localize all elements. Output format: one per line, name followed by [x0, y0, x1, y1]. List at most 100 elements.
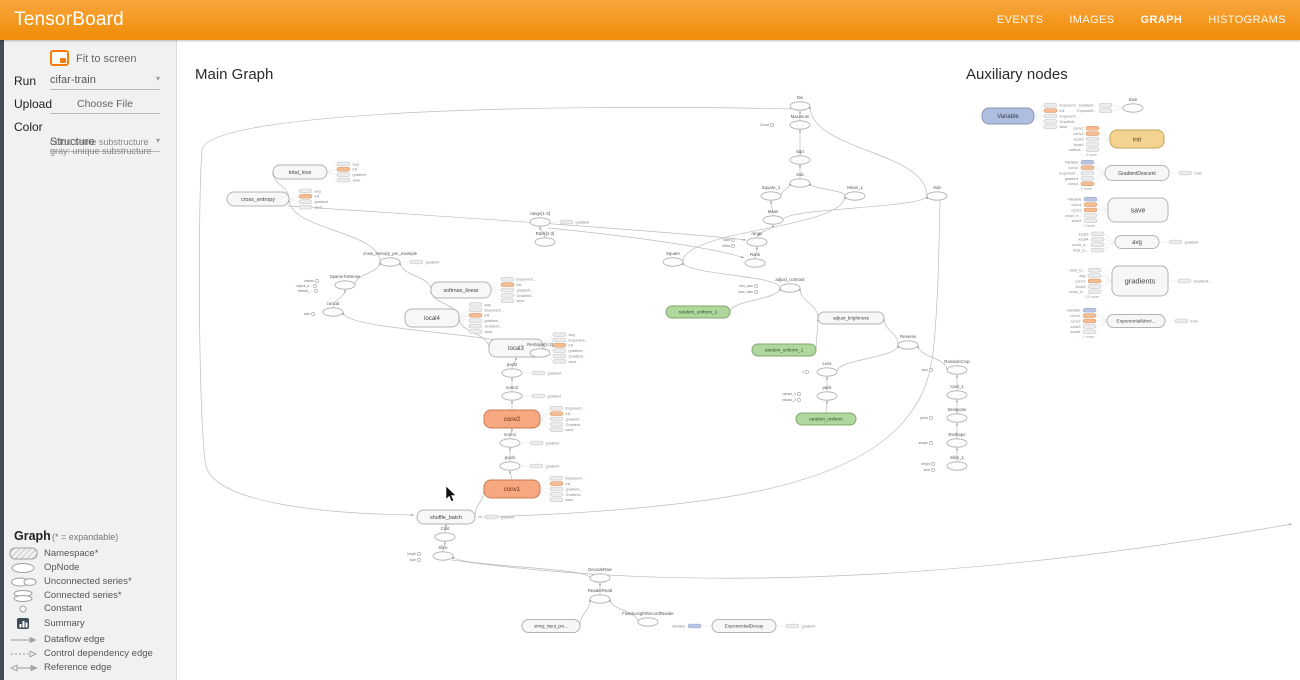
graph-node-subr[interactable]: Sub — [927, 185, 947, 200]
graph-node-std[interactable]: SparseToDensevaluesoutput_s...default_..… — [296, 274, 361, 293]
graph-node-cepe[interactable]: cross_entropy_per_examplegradient — [363, 251, 440, 266]
graph-node-div[interactable]: Div — [790, 95, 810, 110]
graph-node-conv2[interactable]: conv2Exponent...initgradient...Gradient.… — [484, 406, 585, 432]
run-select[interactable]: cifar-train ▾ — [50, 74, 160, 90]
graph-node-gradients_aux[interactable]: gradientsGradient...total_lo...avgconv1l… — [1069, 266, 1211, 299]
node-label: DecodeRaw — [588, 567, 612, 572]
graph-edge — [918, 345, 947, 370]
op-node-shape — [638, 618, 658, 626]
graph-node-pack[interactable]: packvalues_1values_2 — [782, 385, 837, 402]
stub-chip — [1086, 137, 1099, 141]
nav-tab-images[interactable]: IMAGES — [1069, 14, 1114, 26]
choose-file-button[interactable]: Choose File — [50, 98, 160, 114]
graph-node-reverse[interactable]: Reverse — [898, 334, 918, 349]
graph-node-adjust_brightness[interactable]: adjust_brightness — [818, 312, 884, 324]
nav-tab-events[interactable]: EVENTS — [997, 14, 1043, 26]
graph-node-mean[interactable]: Mean — [763, 209, 783, 224]
stub-chip — [469, 330, 482, 334]
graph-node-rank_t[interactable]: Rank — [745, 252, 765, 267]
graph-node-softmax_linear[interactable]: softmax_linearExponent...initgradient...… — [431, 277, 536, 303]
op-node-shape — [927, 192, 947, 200]
graph-node-reshape_r[interactable]: Reshapeshape — [918, 432, 967, 447]
node-label: random_uniform — [809, 417, 843, 422]
op-node-shape — [947, 366, 967, 374]
graph-node-local4[interactable]: local4avgExponent...initgradient...Gradi… — [405, 303, 504, 334]
stub-connector — [540, 484, 550, 489]
graph-node-norm1[interactable]: norm1gradient — [500, 432, 560, 447]
graph-node-transpose[interactable]: transposeperm — [920, 407, 967, 422]
stub-chip — [1081, 166, 1094, 170]
graph-node-sqrt[interactable]: Sqrt — [790, 149, 810, 164]
graph-node-cast1[interactable]: Cast_1 — [947, 384, 967, 399]
graph-edge — [837, 345, 898, 372]
graph-node-ru[interactable]: random_uniform — [796, 413, 856, 425]
stub-connector — [1096, 310, 1107, 321]
graph-node-cross_entropy[interactable]: cross_entropyavginitgradientsave — [227, 189, 329, 210]
const-label: Const — [760, 123, 769, 127]
graph-node-init_aux[interactable]: initconv1conv2local3local4softma...… 3 m… — [1069, 126, 1164, 157]
op-node-shape — [502, 392, 522, 400]
nav-tab-graph[interactable]: GRAPH — [1141, 14, 1183, 26]
fit-to-screen-button[interactable] — [50, 50, 69, 66]
op-node-shape — [947, 439, 967, 447]
graph-node-rank12[interactable]: Rank[1-2] — [535, 231, 555, 246]
graph-node-readerread[interactable]: ReaderRead — [588, 588, 613, 603]
stub-label: local3 — [1072, 219, 1082, 223]
graph-node-slice[interactable]: Slicebeginsize — [407, 545, 453, 562]
graph-node-norm2[interactable]: norm2gradient — [502, 385, 562, 400]
graph-node-train[interactable]: trainGradient...Exponent... — [1077, 97, 1143, 113]
graph-node-ru2[interactable]: random_uniform_2 — [666, 306, 730, 318]
graph-node-pool1[interactable]: pool1gradient — [500, 455, 560, 470]
graph-node-pool2[interactable]: pool2gradient — [502, 362, 562, 377]
graph-node-mean1[interactable]: Mean_1 — [845, 185, 865, 200]
graph-node-square[interactable]: Square — [663, 251, 683, 266]
graph-node-range13[interactable]: range[1-3]gradient — [530, 211, 590, 226]
graph-node-slice1[interactable]: Slice_1beginsize — [921, 455, 967, 472]
graph-node-ema[interactable]: ExponentialMovi...trainVariableconv1conv… — [1067, 308, 1198, 339]
stub-label: init — [566, 482, 572, 486]
stub-label: local3 — [1079, 232, 1089, 236]
nav-tab-histograms[interactable]: HISTOGRAMS — [1208, 14, 1286, 26]
graph-node-adjust_contrast[interactable]: adjust_contrastmin_valumax_valu — [738, 277, 805, 294]
stub-chip — [1044, 109, 1057, 113]
const-node-shape — [797, 392, 800, 395]
graph-node-concat[interactable]: concataxis — [304, 301, 343, 316]
node-label: save — [1131, 207, 1146, 214]
stub-chip — [337, 173, 350, 177]
graph-node-decoderaw[interactable]: DecodeRaw — [588, 567, 612, 582]
node-label: Mean_1 — [847, 185, 863, 190]
fit-to-screen-label[interactable]: Fit to screen — [76, 53, 137, 65]
graph-node-gd[interactable]: GradientDescenttrainVariableconv1Exponen… — [1059, 160, 1202, 191]
graph-edge — [884, 318, 898, 345]
graph-node-exp_decay[interactable]: ExponentialDecaygradientVariable — [672, 620, 816, 633]
graph-node-square1[interactable]: Square_1 — [761, 185, 781, 200]
stub-connector — [1094, 168, 1105, 173]
stub-chip — [560, 220, 573, 224]
node-label: Div — [797, 95, 804, 100]
graph-node-fixedlen[interactable]: FixedLengthRecordReader — [622, 611, 674, 626]
graph-canvas[interactable]: total_lossavginitgradientsave cross_entro… — [176, 40, 1300, 680]
stub-connector — [1099, 128, 1110, 139]
graph-node-maximum[interactable]: MaximumConst — [760, 114, 810, 129]
stub-connector — [1099, 139, 1110, 150]
node-label: random_uniform_1 — [765, 348, 804, 353]
graph-node-conv1[interactable]: conv1Exponent...initgradient...Gradient.… — [484, 476, 585, 502]
graph-node-local3[interactable]: local3avgExponent...initgradient...Gradi… — [489, 333, 588, 364]
stub-chip — [1083, 319, 1096, 323]
stub-chip — [299, 194, 312, 198]
dataflow-edge-icon — [4, 636, 44, 644]
graph-node-save_aux[interactable]: saveVariableconv1conv2cross_e...local3… … — [1065, 197, 1168, 228]
graph-node-avg_aux[interactable]: avggradientlocal3local4cross_e...total_l… — [1072, 232, 1199, 253]
stub-connector — [1097, 210, 1108, 215]
graph-node-total_loss[interactable]: total_lossavginitgradientsave — [273, 162, 367, 183]
graph-node-ru1[interactable]: random_uniform_1 — [752, 344, 816, 356]
graph-node-shuffle_batch[interactable]: shuffle_batchgradient — [417, 510, 515, 524]
graph-node-less[interactable]: Lessy — [802, 361, 837, 376]
graph-node-cast[interactable]: Cast — [435, 526, 455, 541]
stub-label: Exponent... — [1059, 171, 1078, 175]
stub-label: gradient — [501, 515, 516, 519]
graph-node-variable[interactable]: VariableExponent...initExponent...Gradie… — [982, 103, 1079, 129]
stub-connector — [491, 285, 501, 290]
graph-node-string_input[interactable]: string_input_pro... — [522, 620, 580, 633]
graph-node-sub_c[interactable]: Sub — [790, 172, 810, 187]
